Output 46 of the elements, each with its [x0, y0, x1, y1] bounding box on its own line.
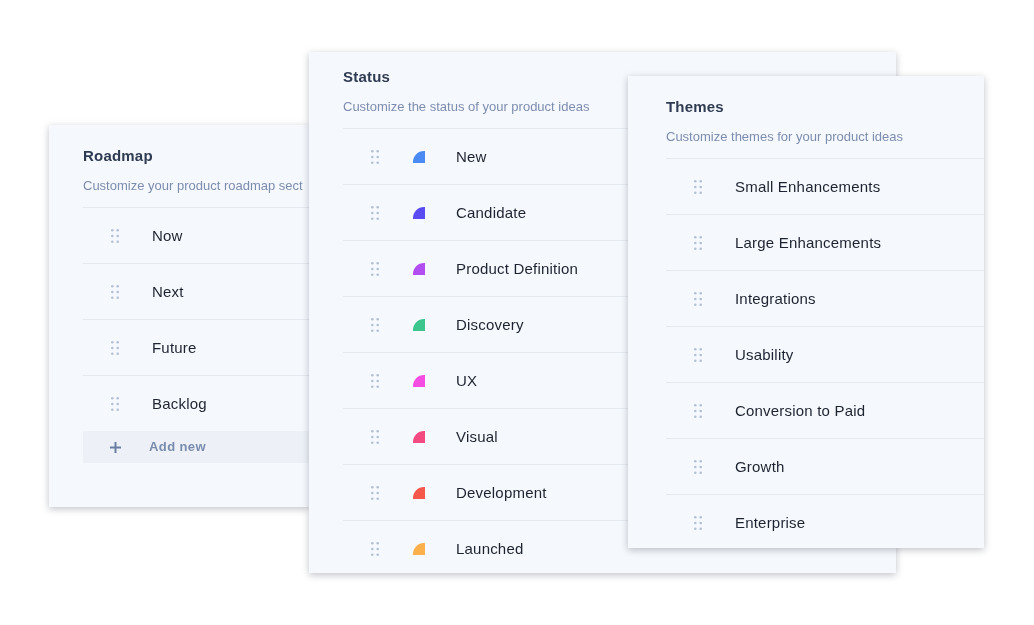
drag-handle-icon[interactable]: [111, 284, 119, 299]
drag-handle-icon[interactable]: [111, 340, 119, 355]
drag-handle-icon[interactable]: [371, 149, 379, 164]
item-label: UX: [456, 370, 478, 391]
item-label: Growth: [735, 456, 785, 477]
item-label: Small Enhancements: [735, 176, 881, 197]
item-label: Visual: [456, 426, 498, 447]
drag-handle-icon[interactable]: [111, 228, 119, 243]
card-subtitle: Customize your product roadmap sect: [83, 177, 303, 195]
item-label: Discovery: [456, 314, 524, 335]
item-label: Development: [456, 482, 547, 503]
drag-handle-icon[interactable]: [694, 291, 702, 306]
item-label: Now: [152, 225, 183, 246]
drag-handle-icon[interactable]: [371, 542, 379, 556]
drag-handle-icon[interactable]: [111, 397, 119, 411]
item-label: Integrations: [735, 288, 816, 309]
card-title: Status: [343, 67, 391, 87]
drag-handle-icon[interactable]: [371, 485, 379, 500]
drag-handle-icon[interactable]: [694, 403, 702, 418]
item-label: Usability: [735, 344, 794, 365]
card-title: Roadmap: [83, 146, 153, 166]
card-title: Themes: [666, 97, 724, 117]
item-label: Next: [152, 281, 184, 302]
item-label: Future: [152, 337, 197, 358]
drag-handle-icon[interactable]: [371, 429, 379, 444]
item-label: Backlog: [152, 394, 207, 414]
drag-handle-icon[interactable]: [371, 261, 379, 276]
add-new-button[interactable]: Add new: [83, 431, 309, 463]
item-label: Conversion to Paid: [735, 400, 866, 421]
item-label: Launched: [456, 539, 524, 559]
drag-handle-icon[interactable]: [694, 347, 702, 362]
item-label: Large Enhancements: [735, 232, 882, 253]
card-subtitle: Customize the status of your product ideas: [343, 98, 590, 116]
drag-handle-icon[interactable]: [694, 235, 702, 250]
drag-handle-icon[interactable]: [694, 179, 702, 194]
drag-handle-icon[interactable]: [371, 317, 379, 332]
item-label: New: [456, 146, 487, 167]
drag-handle-icon[interactable]: [694, 459, 702, 474]
drag-handle-icon[interactable]: [371, 373, 379, 388]
item-label: Enterprise: [735, 513, 806, 533]
drag-handle-icon[interactable]: [371, 205, 379, 220]
drag-handle-icon[interactable]: [694, 516, 702, 530]
item-label: Candidate: [456, 202, 527, 223]
card-subtitle: Customize themes for your product ideas: [666, 128, 903, 146]
item-label: Product Definition: [456, 258, 578, 279]
plus-icon: [110, 441, 121, 453]
